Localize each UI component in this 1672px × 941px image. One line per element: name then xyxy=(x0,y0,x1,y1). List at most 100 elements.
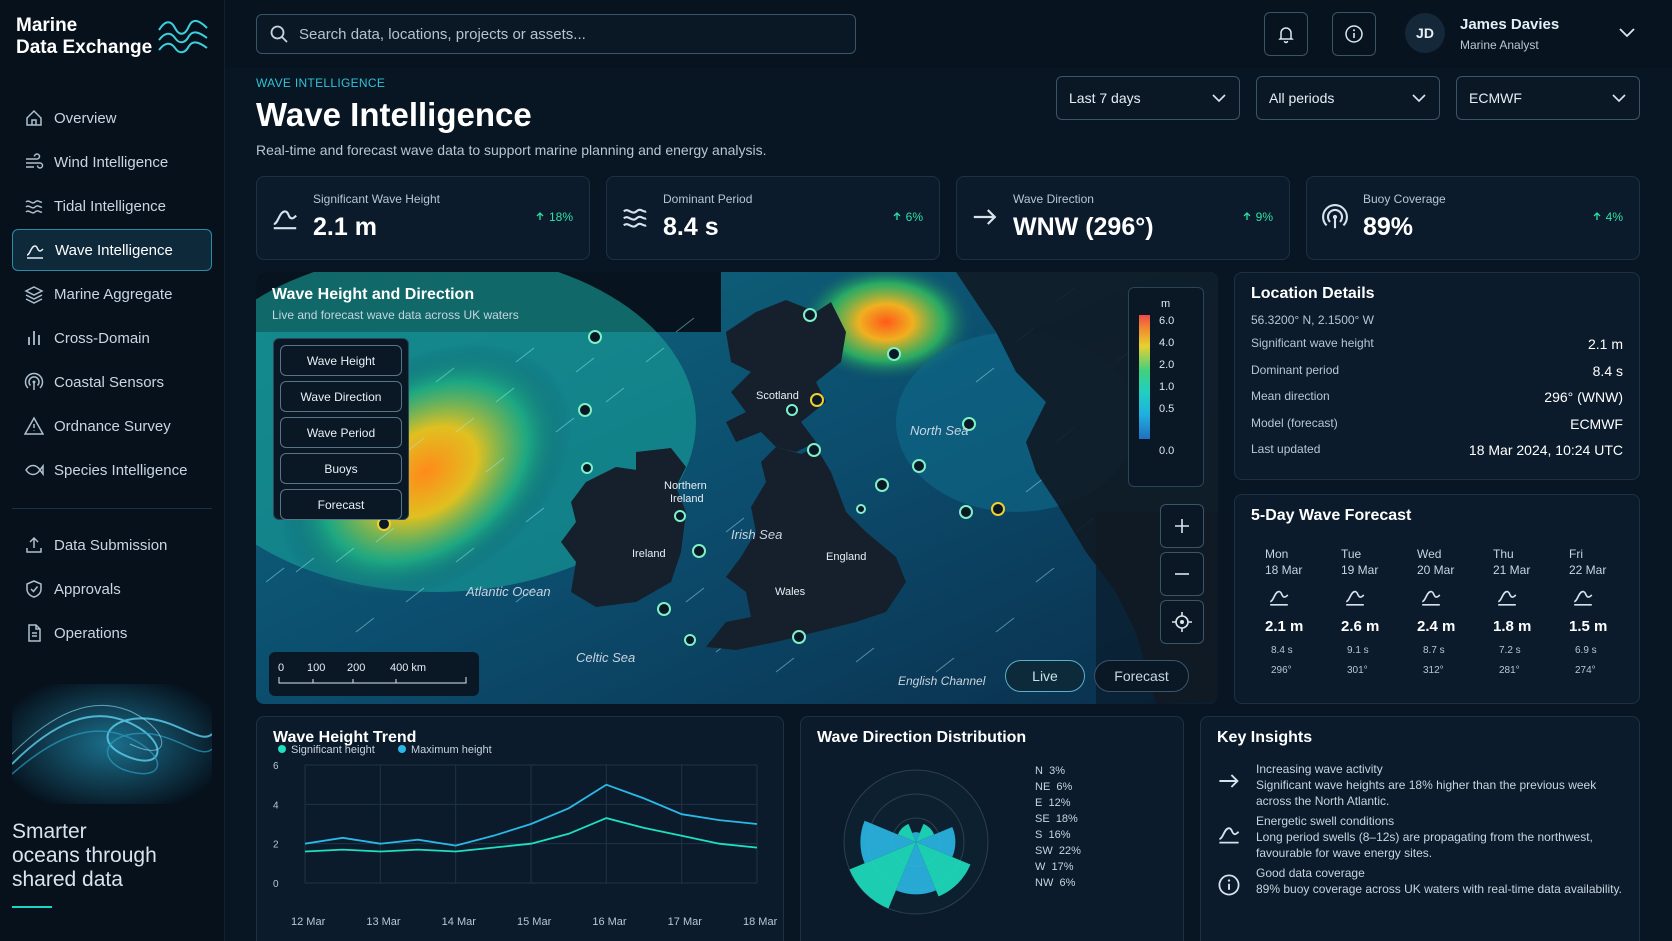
sidebar-item-label: Species Intelligence xyxy=(54,461,188,479)
upload-icon xyxy=(26,536,42,553)
info-button[interactable] xyxy=(1332,12,1376,56)
wave-icon xyxy=(1497,590,1517,606)
direction-pct: 3% xyxy=(1049,765,1065,777)
legend-label: Significant height xyxy=(291,744,375,756)
date-range-select[interactable]: Last 7 days xyxy=(1056,76,1240,120)
legend-tick: 0.5 xyxy=(1159,403,1175,415)
forecast-height: 1.8 m xyxy=(1493,618,1532,635)
zoom-out-button[interactable] xyxy=(1160,552,1204,596)
brand-logo[interactable]: Marine Data Exchange xyxy=(16,15,152,59)
sidebar-item-label: Ordnance Survey xyxy=(54,417,171,435)
kpi-value: WNW (296°) xyxy=(1013,213,1154,241)
page-title: Wave Intelligence xyxy=(256,96,532,133)
sidebar-item-tidal-intelligence[interactable]: Tidal Intelligence xyxy=(12,185,212,227)
wave-icon xyxy=(1269,590,1289,606)
insight-title: Energetic swell conditions xyxy=(1256,814,1395,828)
sidebar-item-species-intelligence[interactable]: Species Intelligence xyxy=(12,449,212,491)
scale-label-0: 0 xyxy=(278,662,285,674)
document-icon xyxy=(28,624,41,642)
y-tick-label: 4 xyxy=(273,800,279,811)
tagline-line3: shared data xyxy=(12,868,123,891)
sidebar-item-approvals[interactable]: Approvals xyxy=(12,568,212,610)
map-label-wales: Wales xyxy=(775,586,806,598)
layer-button-buoys[interactable]: Buoys xyxy=(280,453,402,484)
period-select[interactable]: All periods xyxy=(1256,76,1440,120)
direction-legend-item: E 12% xyxy=(1035,797,1071,809)
insight-item: Energetic swell conditions Long period sw… xyxy=(1256,813,1625,861)
search-icon xyxy=(270,25,288,43)
sidebar-item-marine-aggregate[interactable]: Marine Aggregate xyxy=(12,273,212,315)
insight-item: Increasing wave activity Significant wave… xyxy=(1256,761,1625,809)
bell-icon xyxy=(1278,27,1294,44)
forecast-day: Mon 18 Mar 2.1 m 8.4 s 296° xyxy=(1265,547,1325,676)
zoom-in-button[interactable] xyxy=(1160,504,1204,548)
sidebar-item-cross-domain[interactable]: Cross-Domain xyxy=(12,317,212,359)
forecast-direction: 312° xyxy=(1423,665,1444,676)
y-tick-label: 2 xyxy=(273,840,279,851)
layer-button-wave-period[interactable]: Wave Period xyxy=(280,417,402,448)
forecast-day-date: 19 Mar xyxy=(1341,563,1379,577)
arrow-up-icon xyxy=(893,212,901,220)
avatar[interactable]: JD xyxy=(1405,13,1445,53)
search-box[interactable] xyxy=(256,14,856,54)
arrow-right-icon xyxy=(973,209,997,225)
live-toggle[interactable]: Live xyxy=(1005,660,1085,692)
layer-button-wave-direction[interactable]: Wave Direction xyxy=(280,381,402,412)
sidebar-item-data-submission[interactable]: Data Submission xyxy=(12,524,212,566)
search-input[interactable] xyxy=(299,25,839,43)
home-icon xyxy=(26,109,42,126)
model-select[interactable]: ECMWF xyxy=(1456,76,1640,120)
x-tick-label: 14 Mar xyxy=(442,916,477,928)
layer-button-forecast[interactable]: Forecast xyxy=(280,489,402,520)
location-detail-row: Significant wave height 2.1 m xyxy=(1251,336,1623,352)
date-range-value: Last 7 days xyxy=(1069,90,1141,106)
fish-icon xyxy=(25,463,44,477)
signal-icon xyxy=(1322,204,1348,229)
direction-pct: 6% xyxy=(1059,877,1076,889)
insight-body: 89% buoy coverage across UK waters with … xyxy=(1256,882,1622,896)
direction-legend-item: W 17% xyxy=(1035,861,1074,873)
sidebar-item-wind-intelligence[interactable]: Wind Intelligence xyxy=(12,141,212,183)
forecast-day-name: Mon xyxy=(1265,547,1289,561)
direction-label: NE xyxy=(1035,781,1051,793)
forecast-direction: 281° xyxy=(1499,665,1520,676)
kpi-delta-value: 4% xyxy=(1605,210,1623,224)
map-scale-bar: 0 100 200 400 km xyxy=(269,652,479,696)
wave-icon xyxy=(26,245,44,259)
sidebar-item-label: Data Submission xyxy=(54,536,168,554)
sidebar-item-overview[interactable]: Overview xyxy=(12,97,212,139)
kpi-label: Buoy Coverage xyxy=(1363,192,1446,206)
locate-button[interactable] xyxy=(1160,600,1204,644)
sidebar-item-operations[interactable]: Operations xyxy=(12,612,212,654)
layer-button-wave-height[interactable]: Wave Height xyxy=(280,345,402,376)
user-menu-chevron-down-icon[interactable] xyxy=(1618,26,1636,40)
sidebar-item-label: Operations xyxy=(54,624,128,642)
wave-map[interactable]: Wave Height and Direction Live and forec… xyxy=(256,272,1218,704)
kpi-delta-value: 18% xyxy=(548,210,573,224)
kpi-delta: 6% xyxy=(892,210,923,224)
tagline: Smarter oceans through shared data xyxy=(12,820,157,892)
sidebar-item-wave-intelligence[interactable]: Wave Intelligence xyxy=(12,229,212,271)
sidebar-item-ordnance-survey[interactable]: Ordnance Survey xyxy=(12,405,212,447)
legend-swatch xyxy=(278,745,286,753)
direction-label: S xyxy=(1035,829,1043,841)
location-detail-value: 296° (WNW) xyxy=(1544,389,1623,405)
notifications-button[interactable] xyxy=(1264,12,1308,56)
insight-body: Long period swells (8–12s) are propagati… xyxy=(1256,830,1593,860)
x-tick-label: 18 Mar xyxy=(743,916,778,928)
info-icon xyxy=(1218,874,1240,896)
map-label-north-sea: North Sea xyxy=(910,423,969,438)
legend-unit: m xyxy=(1161,298,1171,310)
sidebar-item-coastal-sensors[interactable]: Coastal Sensors xyxy=(12,361,212,403)
forecast-toggle[interactable]: Forecast xyxy=(1094,660,1189,692)
forecast-day: Tue 19 Mar 2.6 m 9.1 s 301° xyxy=(1341,547,1401,676)
arrow-right-icon xyxy=(1219,774,1239,788)
forecast-day-name: Fri xyxy=(1569,547,1583,561)
wave-icon xyxy=(1345,590,1365,606)
direction-pct: 16% xyxy=(1048,829,1071,841)
model-value: ECMWF xyxy=(1469,90,1522,106)
forecast-day-name: Wed xyxy=(1417,547,1442,561)
location-detail-row: Model (forecast) ECMWF xyxy=(1251,416,1623,432)
arrow-up-icon xyxy=(1243,212,1251,220)
kpi-label: Significant Wave Height xyxy=(313,192,440,206)
